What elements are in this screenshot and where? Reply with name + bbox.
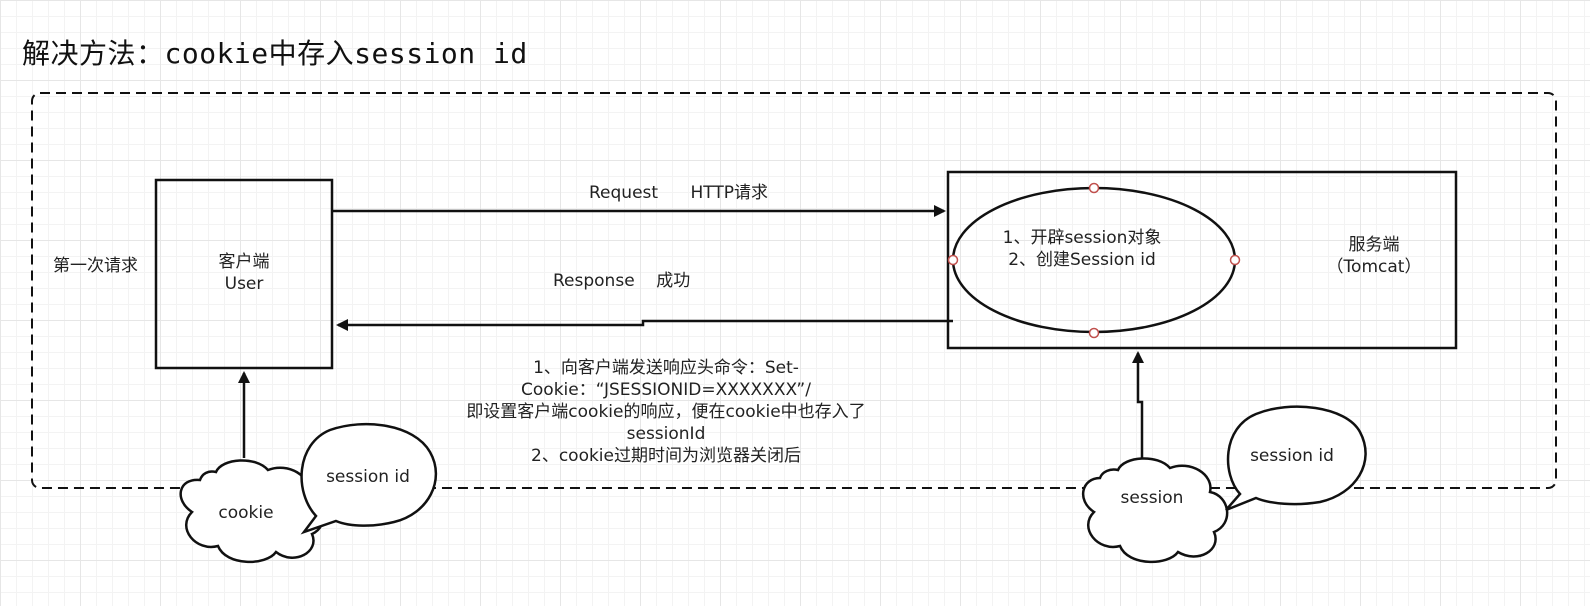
cookie-cloud-label: cookie <box>218 503 274 523</box>
ellipse-text-line1: 1、开辟session对象 <box>1002 228 1162 248</box>
server-bubble-label: session id <box>1250 446 1334 466</box>
ellipse-handle-right[interactable] <box>1229 254 1241 266</box>
response-note-line4: sessionId <box>626 424 706 444</box>
request-label: Request HTTP请求 <box>589 183 768 203</box>
ellipse-handle-left[interactable] <box>947 254 959 266</box>
ellipse-text-line2: 2、创建Session id <box>1008 250 1156 270</box>
session-cloud <box>1081 457 1229 564</box>
client-label-line1: 客户端 <box>218 252 270 272</box>
client-bubble-label: session id <box>326 467 410 487</box>
session-cloud-label: session <box>1120 488 1184 508</box>
server-label-line2: （Tomcat） <box>1326 257 1422 277</box>
client-label-line2: User <box>224 274 264 294</box>
server-label-line1: 服务端 <box>1348 235 1400 255</box>
page-title: 解决方法：cookie中存入session id <box>22 37 528 70</box>
ellipse-handle-top[interactable] <box>1088 182 1100 194</box>
response-note-line5: 2、cookie过期时间为浏览器关闭后 <box>531 446 801 466</box>
response-arrow <box>336 319 953 331</box>
first-request-label: 第一次请求 <box>53 256 138 276</box>
server-label: 服务端 （Tomcat） <box>1327 234 1422 278</box>
ellipse-text: 1、开辟session对象 2、创建Session id <box>1003 227 1162 271</box>
response-note: 1、向客户端发送响应头命令：Set- Cookie：“JSESSIONID=XX… <box>443 357 889 467</box>
response-note-line2: Cookie：“JSESSIONID=XXXXXXX”/ <box>521 380 811 400</box>
response-label: Response 成功 <box>553 271 691 291</box>
ellipse-handle-bottom[interactable] <box>1088 327 1100 339</box>
response-note-line1: 1、向客户端发送响应头命令：Set- <box>533 358 799 378</box>
client-label: 客户端 User <box>219 251 270 295</box>
response-note-line3: 即设置客户端cookie的响应，便在cookie中也存入了 <box>466 402 866 422</box>
session-to-server-arrow <box>1132 351 1144 462</box>
